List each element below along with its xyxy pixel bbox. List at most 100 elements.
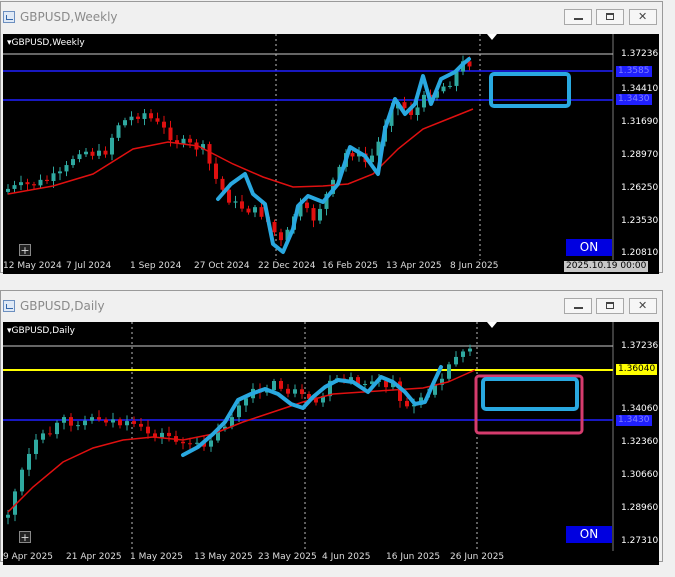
candle-body xyxy=(25,182,30,185)
annotation-box xyxy=(474,374,584,435)
candle-body xyxy=(207,144,212,164)
candle-body xyxy=(149,113,153,119)
candle-body xyxy=(34,439,38,454)
candle-body xyxy=(146,426,150,434)
candle-body xyxy=(45,179,49,182)
price-label: 1.28970 xyxy=(621,150,659,160)
candle-body xyxy=(136,116,140,119)
candle-body xyxy=(272,380,276,391)
maximize-icon xyxy=(606,13,614,20)
candle-body xyxy=(318,208,322,221)
price-label: 1.27310 xyxy=(621,536,659,546)
daily-symbol-label: GBPUSD,Daily xyxy=(7,326,75,336)
candle-body xyxy=(104,419,108,423)
candle-body xyxy=(244,398,248,406)
maximize-button[interactable] xyxy=(596,9,624,25)
candle-body xyxy=(27,453,31,470)
candle-body xyxy=(90,417,94,421)
candle-body xyxy=(237,405,241,418)
close-icon: ✕ xyxy=(638,10,648,23)
chart-shift-marker xyxy=(487,322,497,328)
candle-body xyxy=(272,221,277,233)
candle-body xyxy=(62,417,66,423)
on-button[interactable]: ON xyxy=(566,526,612,543)
candle-body xyxy=(181,138,186,144)
daily-titlebar[interactable]: GBPUSD,Daily ✕ xyxy=(1,291,662,321)
price-label: 1.31690 xyxy=(621,117,659,127)
candle-body xyxy=(461,351,465,357)
price-label: 1.37236 xyxy=(621,49,659,59)
candle-body xyxy=(286,388,290,394)
on-button[interactable]: ON xyxy=(566,239,612,256)
candle-body xyxy=(97,150,101,156)
candle-body xyxy=(168,127,173,141)
hline-price-box: 1.3430 xyxy=(616,94,652,105)
close-button[interactable]: ✕ xyxy=(629,298,657,314)
time-label: 7 Jul 2024 xyxy=(66,261,112,271)
hline-price-box: 1.3585 xyxy=(616,66,652,77)
annotation-box xyxy=(481,377,579,411)
plus-button[interactable]: + xyxy=(19,531,31,543)
annotation-box xyxy=(489,72,571,108)
chart-shift-marker xyxy=(487,34,497,40)
candle-body xyxy=(402,102,407,109)
candle-body xyxy=(123,120,127,126)
candle-body xyxy=(214,163,218,179)
weekly-symbol-label: GBPUSD,Weekly xyxy=(7,38,85,48)
price-label: 1.34410 xyxy=(621,84,659,94)
price-label: 1.26250 xyxy=(621,183,659,193)
candle-body xyxy=(64,165,69,172)
chart-window-icon xyxy=(3,300,15,312)
minimize-button[interactable] xyxy=(564,9,592,25)
daily-chart-window[interactable]: GBPUSD,Daily ✕ GBPUSD,Daily 1.37236 1.36… xyxy=(0,290,663,565)
candle-body xyxy=(125,421,129,426)
minimize-button[interactable] xyxy=(564,298,592,314)
candle-body xyxy=(259,207,264,217)
daily-chart-canvas xyxy=(3,322,614,551)
candle-body xyxy=(209,440,213,447)
candle-body xyxy=(142,113,147,119)
candle-body xyxy=(103,150,108,155)
weekly-chart-window[interactable]: GBPUSD,Weekly ✕ GBPUSD,Weekly 1.37236 1.… xyxy=(0,1,663,274)
daily-price-chart[interactable]: GBPUSD,Daily 1.37236 1.36040 1.3430 1.34… xyxy=(3,322,659,551)
candle-body xyxy=(69,417,73,426)
price-label: 1.37236 xyxy=(621,341,659,351)
candle-body xyxy=(162,121,166,128)
daily-window-title: GBPUSD,Daily xyxy=(20,299,105,313)
candle-body xyxy=(246,208,251,213)
candle-body xyxy=(116,125,121,138)
time-label: 21 Apr 2025 xyxy=(66,552,122,562)
price-label: 1.32360 xyxy=(621,437,659,447)
maximize-icon xyxy=(606,302,614,309)
candle-body xyxy=(447,364,451,379)
candle-body xyxy=(181,441,185,444)
weekly-titlebar[interactable]: GBPUSD,Weekly ✕ xyxy=(1,2,662,32)
candle-body xyxy=(84,151,88,155)
candle-body xyxy=(305,202,309,209)
maximize-button[interactable] xyxy=(596,298,624,314)
time-label: 13 May 2025 xyxy=(194,552,253,562)
weekly-price-chart[interactable]: GBPUSD,Weekly 1.37236 1.3585 1.3430 1.34… xyxy=(3,34,659,260)
close-button[interactable]: ✕ xyxy=(629,9,657,25)
candle-body xyxy=(71,159,75,166)
price-label: 1.30660 xyxy=(621,470,659,480)
candle-body xyxy=(118,419,122,426)
hline-price-box: 1.36040 xyxy=(616,364,658,375)
candle-body xyxy=(12,185,17,189)
time-label: 9 Apr 2025 xyxy=(3,552,53,562)
candle-body xyxy=(41,433,45,440)
candle-body xyxy=(363,384,367,386)
candle-body xyxy=(139,423,143,427)
chart-window-icon xyxy=(3,11,15,23)
plus-button[interactable]: + xyxy=(19,244,31,256)
candle-body xyxy=(454,356,458,365)
candle-body xyxy=(227,189,231,203)
candle-body xyxy=(6,188,10,192)
time-label: 4 Jun 2025 xyxy=(322,552,371,562)
time-label: 1 Sep 2024 xyxy=(130,261,182,271)
candle-body xyxy=(279,380,283,389)
weekly-window-title: GBPUSD,Weekly xyxy=(20,10,118,24)
candle-body xyxy=(132,421,136,424)
time-label: 26 Jun 2025 xyxy=(450,552,505,562)
candle-body xyxy=(422,94,426,108)
